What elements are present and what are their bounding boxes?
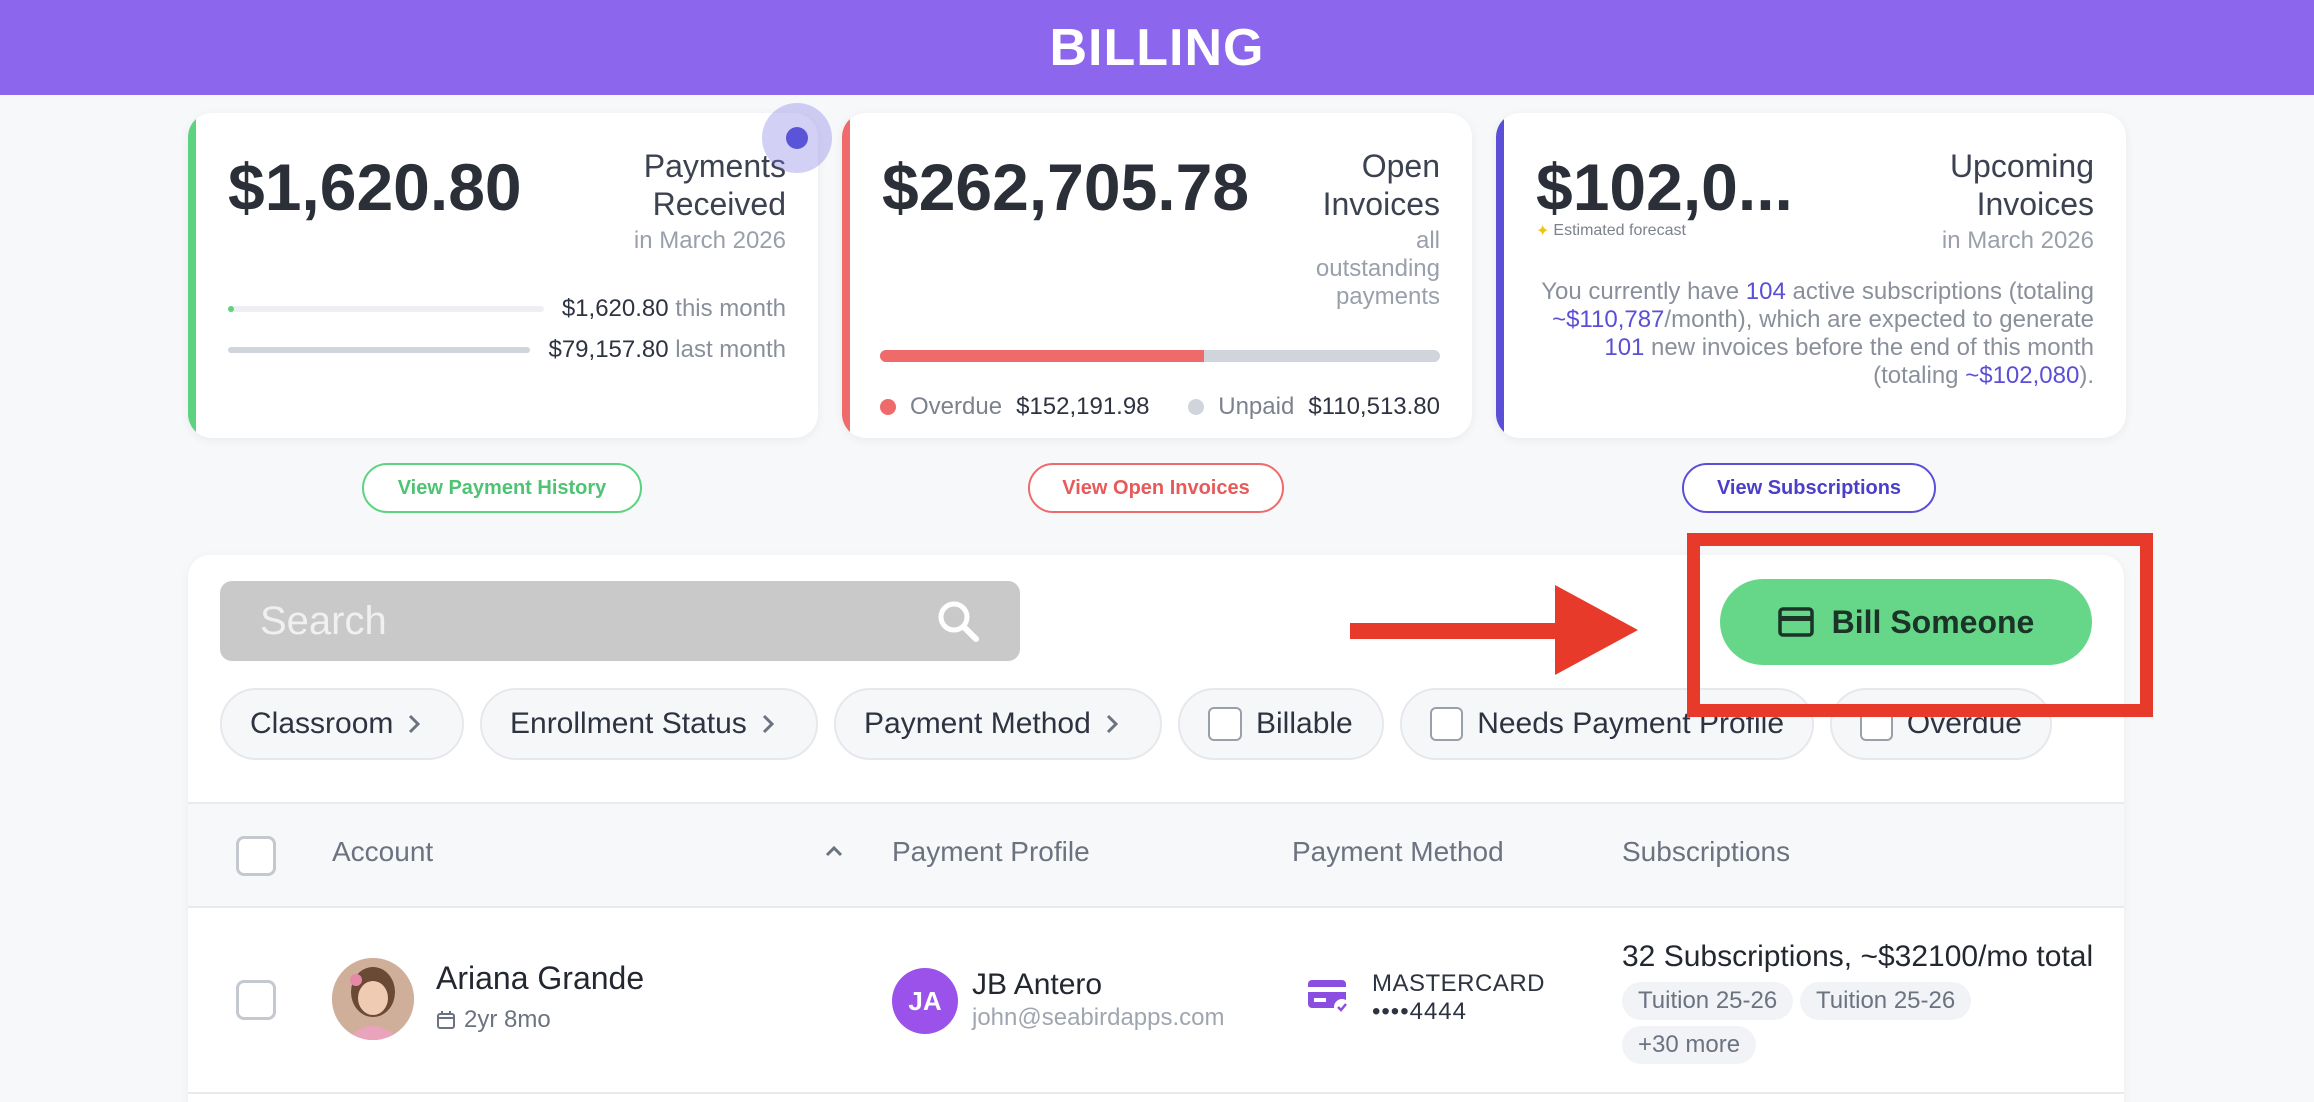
sparkle-icon: ✦: [1536, 223, 1550, 240]
more-subscriptions-tag[interactable]: +30 more: [1622, 1026, 1757, 1064]
forecast-note: ✦ Estimated forecast: [1536, 222, 1686, 240]
bill-someone-button[interactable]: Bill Someone: [1720, 579, 2092, 665]
filter-overdue[interactable]: Overdue: [1830, 688, 2052, 760]
table-header: Account Payment Profile Payment Method S…: [188, 802, 2124, 908]
view-subscriptions-button[interactable]: View Subscriptions: [1682, 463, 1936, 513]
this-month-label: this month: [675, 295, 786, 322]
select-all-checkbox[interactable]: [236, 836, 276, 876]
needs-payment-profile-checkbox[interactable]: [1430, 707, 1464, 741]
this-month-bar-row: $1,620.80 this month: [228, 294, 786, 324]
row-checkbox[interactable]: [236, 980, 276, 1020]
subscriptions-summary: 32 Subscriptions, ~$32100/mo total: [1622, 940, 2094, 973]
arrow-annotation-icon: [1350, 585, 1638, 675]
payments-received-label: Payments Received: [643, 148, 786, 222]
open-invoices-bar: [880, 350, 1440, 362]
upcoming-invoices-amount: $102,0...: [1536, 150, 1793, 224]
overdue-amount: $152,191.98: [1016, 393, 1150, 420]
upcoming-invoices-description: You currently have 104 active subscripti…: [1541, 278, 2094, 389]
overdue-checkbox[interactable]: [1860, 707, 1893, 741]
upcoming-invoices-card: $102,0... ✦ Estimated forecast Upcoming …: [1496, 113, 2126, 438]
open-invoices-amount: $262,705.78: [882, 150, 1250, 224]
this-month-amount: $1,620.80: [561, 295, 669, 322]
child-photo-icon: [332, 958, 414, 1040]
subscription-tag: Tuition 25-26: [1800, 982, 1972, 1020]
last-month-amount: $79,157.80: [548, 336, 669, 363]
column-subscriptions[interactable]: Subscriptions: [1622, 836, 1790, 868]
active-subscriptions-count: 104: [1745, 278, 1786, 305]
filter-classroom[interactable]: Classroom: [220, 688, 464, 760]
account-name[interactable]: Ariana Grande: [436, 960, 644, 997]
payments-received-card: $1,620.80 Payments Received in March 202…: [188, 113, 818, 438]
column-payment-method[interactable]: Payment Method: [1292, 836, 1504, 868]
monthly-total: ~$110,787: [1552, 306, 1665, 333]
overdue-bar-fill: [880, 350, 1205, 362]
last-month-label: last month: [675, 336, 786, 363]
filter-payment-method[interactable]: Payment Method: [834, 688, 1162, 760]
sort-ascending-icon[interactable]: [824, 844, 844, 858]
payments-received-amount: $1,620.80: [228, 150, 522, 224]
payment-profile-email: john@seabirdapps.com: [972, 1004, 1225, 1031]
last-month-bar-row: $79,157.80 last month: [228, 335, 786, 365]
open-invoices-legend: Overdue $152,191.98 Unpaid $110,513.80: [880, 393, 1440, 421]
search-icon[interactable]: [936, 599, 980, 643]
open-invoices-subtitle: all outstanding payments: [1315, 227, 1440, 310]
last-month-bar-fill: [228, 347, 531, 353]
payment-profile-name[interactable]: JB Antero: [972, 968, 1102, 1002]
bill-someone-label: Bill Someone: [1831, 603, 2035, 640]
last-month-bar: [228, 347, 531, 353]
cursor-indicator: [762, 103, 832, 173]
chevron-right-icon: [762, 714, 774, 734]
header-bar: BILLING: [0, 0, 2314, 95]
unpaid-amount: $110,513.80: [1308, 393, 1440, 420]
credit-card-verified-icon: [1308, 980, 1350, 1015]
view-payment-history-button[interactable]: View Payment History: [362, 463, 642, 513]
unpaid-dot-icon: [1188, 399, 1205, 415]
search-bar[interactable]: [220, 581, 1020, 661]
card-last-four: ••••4444: [1372, 998, 1467, 1025]
calendar-icon: [437, 1011, 455, 1029]
column-payment-profile[interactable]: Payment Profile: [892, 836, 1090, 868]
forecast-total: ~$102,080: [1965, 362, 2080, 389]
filter-enrollment-status[interactable]: Enrollment Status: [480, 688, 818, 760]
payment-profile-avatar: JA: [892, 968, 958, 1034]
payments-received-period: in March 2026: [633, 227, 786, 254]
overdue-dot-icon: [880, 399, 896, 415]
chevron-right-icon: [1106, 714, 1118, 734]
this-month-bar-fill: [228, 306, 235, 312]
filter-needs-payment-profile[interactable]: Needs Payment Profile: [1400, 688, 1814, 760]
search-input[interactable]: [260, 598, 936, 644]
view-open-invoices-button[interactable]: View Open Invoices: [1028, 463, 1284, 513]
open-invoices-card: $262,705.78 Open Invoices all outstandin…: [842, 113, 1472, 438]
this-month-bar: [228, 306, 544, 312]
subscription-tag: Tuition 25-26: [1622, 982, 1794, 1020]
card-brand: MASTERCARD: [1372, 970, 1546, 997]
billable-checkbox[interactable]: [1208, 707, 1242, 741]
upcoming-invoices-label: Upcoming Invoices: [1949, 148, 2094, 222]
credit-card-icon: [1777, 607, 1814, 637]
table-row[interactable]: Ariana Grande 2yr 8mo JA JB Antero john@…: [188, 908, 2124, 1094]
page-title: BILLING: [1049, 18, 1265, 77]
avatar: [332, 958, 414, 1040]
open-invoices-label: Open Invoices: [1322, 148, 1440, 222]
overdue-legend: Overdue $152,191.98: [880, 393, 1150, 421]
unpaid-legend: Unpaid $110,513.80: [1188, 393, 1440, 421]
column-account[interactable]: Account: [332, 836, 433, 868]
filter-billable[interactable]: Billable: [1178, 688, 1384, 760]
account-age: 2yr 8mo: [436, 1006, 551, 1034]
upcoming-invoices-period: in March 2026: [1941, 227, 2094, 254]
chevron-right-icon: [409, 714, 421, 734]
new-invoices-count: 101: [1604, 334, 1645, 361]
